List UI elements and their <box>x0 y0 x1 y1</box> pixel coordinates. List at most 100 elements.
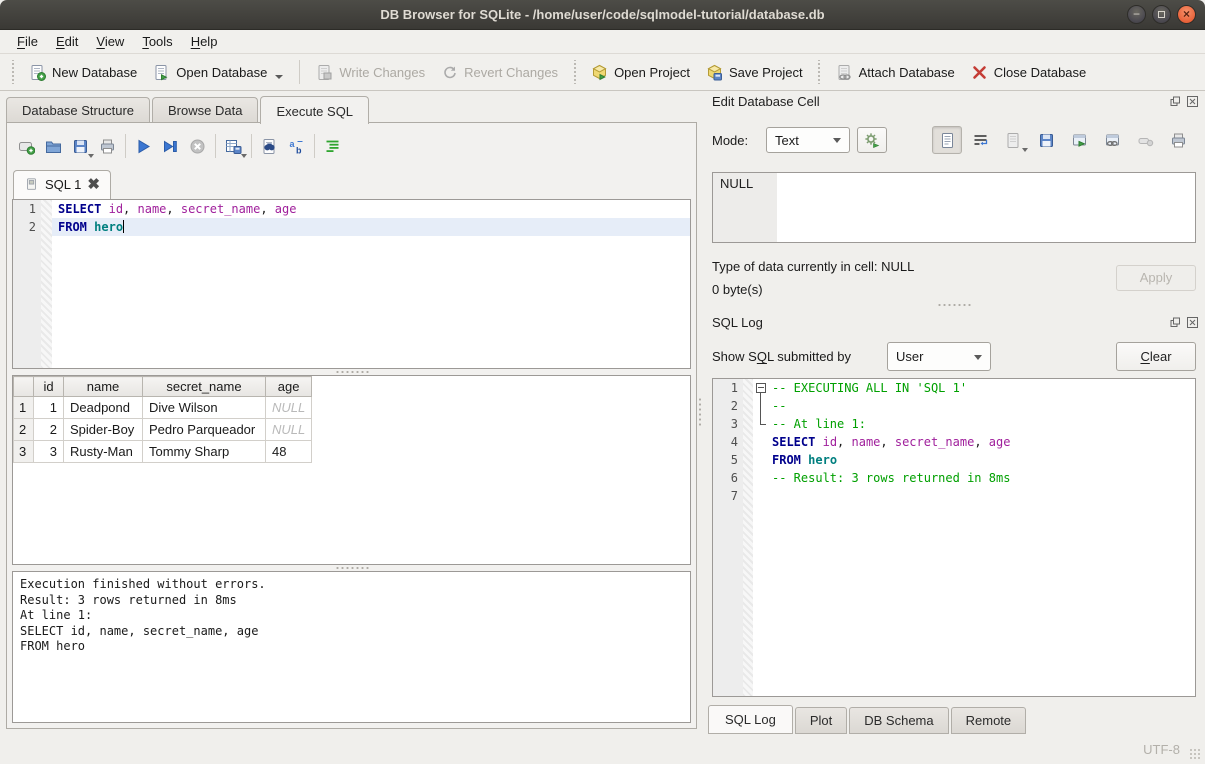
cell-secret_name[interactable]: Pedro Parqueador <box>143 419 266 441</box>
export-cell-icon <box>1071 132 1088 149</box>
format-sql-button[interactable] <box>319 133 346 160</box>
log-filter-select[interactable]: User <box>887 342 991 371</box>
bottom-tab-plot[interactable]: Plot <box>795 707 847 734</box>
close-dock-icon[interactable] <box>1186 95 1199 108</box>
line-number: 5 <box>713 451 743 469</box>
execute-current-line-button[interactable] <box>157 133 184 160</box>
open-sql-file-button[interactable] <box>40 133 67 160</box>
edit-cell-dock-title: Edit Database Cell <box>712 94 820 109</box>
gutter-margin <box>743 433 753 451</box>
print-cell-button[interactable] <box>1163 126 1193 154</box>
save-as-icon <box>1038 132 1055 149</box>
cell-age[interactable]: NULL <box>266 397 312 419</box>
corner-header[interactable] <box>14 377 34 397</box>
open-sql-file-icon <box>45 138 62 155</box>
cell-size-info: 0 byte(s) <box>712 282 763 297</box>
mode-select[interactable]: Text <box>766 127 850 153</box>
menu-tools[interactable]: Tools <box>133 31 181 52</box>
save-as-button[interactable] <box>1031 126 1061 154</box>
auto-switch-mode-button[interactable] <box>857 127 887 153</box>
code-text: FROM hero <box>52 218 690 236</box>
new-tab-button[interactable] <box>13 133 40 160</box>
close-database-button[interactable]: Close Database <box>963 59 1095 86</box>
save-results-button[interactable] <box>220 133 247 160</box>
set-null-icon <box>1137 132 1154 149</box>
row-number[interactable]: 1 <box>14 397 34 419</box>
execution-message: Execution finished without errors. Resul… <box>13 572 690 660</box>
save-sql-file-button[interactable] <box>67 133 94 160</box>
cell-id[interactable]: 1 <box>34 397 64 419</box>
cell-value-editor[interactable]: NULL <box>712 172 1196 243</box>
attach-database-button[interactable]: Attach Database <box>828 59 963 86</box>
cell-age[interactable]: 48 <box>266 441 312 463</box>
maximize-button[interactable] <box>1152 5 1171 24</box>
execute-sql-panel: ab SQL 1✖ 1SELECT id, name, secret_name,… <box>6 122 697 729</box>
code-line: 7 <box>713 487 1195 505</box>
sql-editor[interactable]: 1SELECT id, name, secret_name, age2FROM … <box>12 199 691 369</box>
cell-secret_name[interactable]: Tommy Sharp <box>143 441 266 463</box>
menu-help[interactable]: Help <box>182 31 227 52</box>
toolbar-separator <box>125 134 126 158</box>
row-number[interactable]: 2 <box>14 419 34 441</box>
close-tab-icon[interactable]: ✖ <box>87 178 100 191</box>
cell-id[interactable]: 2 <box>34 419 64 441</box>
column-header-age[interactable]: age <box>266 377 312 397</box>
bottom-tab-db-schema[interactable]: DB Schema <box>849 707 948 734</box>
code-text <box>769 487 1195 505</box>
gutter-margin <box>743 451 753 469</box>
tab-database-structure[interactable]: Database Structure <box>6 97 150 123</box>
cell-id[interactable]: 3 <box>34 441 64 463</box>
new-database-button[interactable]: New Database <box>21 59 145 86</box>
mode-label: Mode: <box>712 133 748 148</box>
text-mode-button[interactable] <box>932 126 962 154</box>
export-cell-button[interactable] <box>1064 126 1094 154</box>
row-number[interactable]: 3 <box>14 441 34 463</box>
dock-splitter[interactable] <box>703 302 1205 308</box>
chevron-down-icon <box>275 75 283 79</box>
close-button[interactable]: × <box>1177 5 1196 24</box>
fold-marker-icon[interactable] <box>753 379 769 397</box>
cell-name[interactable]: Deadpond <box>64 397 143 419</box>
column-header-id[interactable]: id <box>34 377 64 397</box>
copy-link-button[interactable] <box>1097 126 1127 154</box>
sql-log-output[interactable]: 1-- EXECUTING ALL IN 'SQL 1'2--3-- At li… <box>712 378 1196 697</box>
sql-doc-tab[interactable]: SQL 1✖ <box>13 170 111 199</box>
bottom-tab-remote[interactable]: Remote <box>951 707 1027 734</box>
minimize-button[interactable]: − <box>1127 5 1146 24</box>
float-dock-icon[interactable] <box>1169 95 1182 108</box>
log-filter-label: Show SQL submitted by <box>712 349 851 364</box>
menu-edit[interactable]: Edit <box>47 31 87 52</box>
find-replace-button[interactable] <box>256 133 283 160</box>
float-dock-icon[interactable] <box>1169 316 1182 329</box>
encoding-status: UTF-8 <box>1143 742 1180 757</box>
open-database-button[interactable]: Open Database <box>145 59 291 86</box>
new-database-icon <box>29 64 46 81</box>
toolbar-handle[interactable] <box>10 60 15 84</box>
menu-view[interactable]: View <box>87 31 133 52</box>
bottom-tab-sql-log[interactable]: SQL Log <box>708 705 793 734</box>
clear-log-button[interactable]: Clear <box>1116 342 1196 371</box>
close-dock-icon[interactable] <box>1186 316 1199 329</box>
column-header-secret_name[interactable]: secret_name <box>143 377 266 397</box>
tab-execute-sql[interactable]: Execute SQL <box>260 96 369 124</box>
line-number: 4 <box>713 433 743 451</box>
revert-changes-icon <box>441 64 458 81</box>
resize-grip-icon[interactable] <box>1189 748 1201 760</box>
execute-all-button[interactable] <box>130 133 157 160</box>
cell-name[interactable]: Rusty-Man <box>64 441 143 463</box>
save-project-button[interactable]: Save Project <box>698 59 811 86</box>
menu-file[interactable]: File <box>8 31 47 52</box>
sql-log-dock-title: SQL Log <box>712 315 763 330</box>
cell-type-info: Type of data currently in cell: NULL <box>712 259 914 274</box>
cell-age[interactable]: NULL <box>266 419 312 441</box>
cell-name[interactable]: Spider-Boy <box>64 419 143 441</box>
tab-browse-data[interactable]: Browse Data <box>152 97 258 123</box>
print-button[interactable] <box>94 133 121 160</box>
open-project-button[interactable]: Open Project <box>583 59 698 86</box>
autocomplete-button[interactable]: ab <box>283 133 310 160</box>
column-header-name[interactable]: name <box>64 377 143 397</box>
word-wrap-button[interactable] <box>965 126 995 154</box>
toolbar-button-label: Open Database <box>176 65 267 80</box>
cell-secret_name[interactable]: Dive Wilson <box>143 397 266 419</box>
results-table: idnamesecret_nameage11DeadpondDive Wilso… <box>13 376 312 463</box>
